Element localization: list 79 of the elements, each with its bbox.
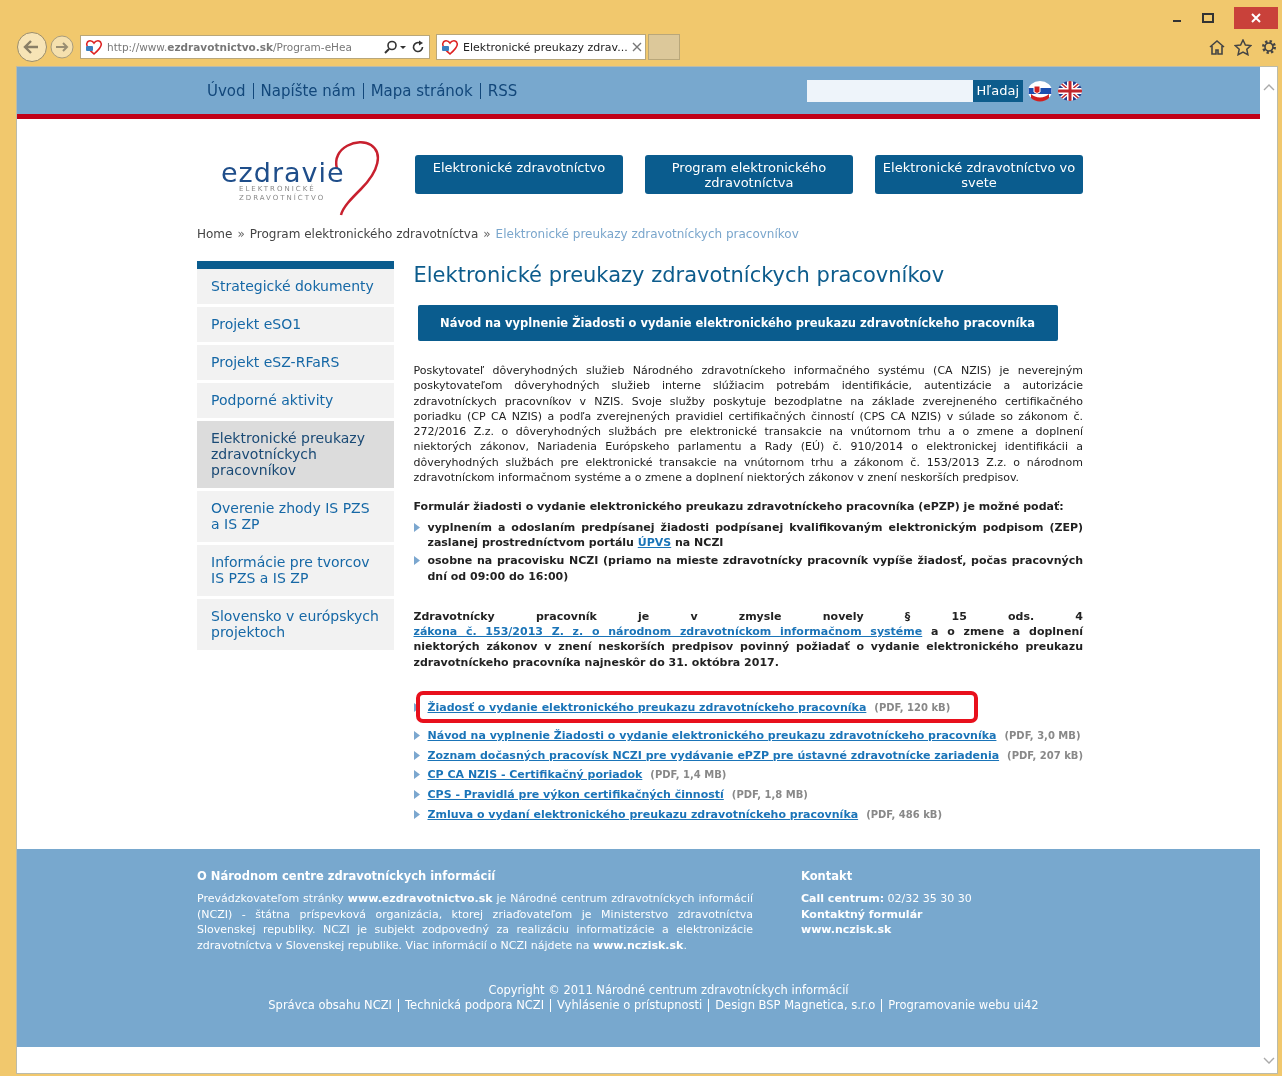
top-link[interactable]: RSS xyxy=(479,82,525,99)
footer-link[interactable]: Design BSP Magnetica, s.r.o xyxy=(708,999,882,1012)
bullet-icon xyxy=(413,522,420,532)
flag-icon[interactable] xyxy=(1027,79,1053,102)
form-lead-text: Formulár žiadosti o vydanie elektronického preukazu zdravotníckeho pracovníka (ePZP) je možné podať: xyxy=(413,499,1065,515)
document-link[interactable]: Žiadosť o vydanie elektronického preukazu zdravotníckeho pracovníka xyxy=(427,701,867,715)
breadcrumb-link[interactable]: Program elektronického zdravotníctva xyxy=(249,227,479,241)
text-link[interactable]: zákona č. 153/2013 Z. z. o národnom zdravotníckom xyxy=(413,625,780,639)
text-link[interactable]: informačnom systéme xyxy=(779,625,923,639)
document-link[interactable]: Návod na vyplnenie Žiadosti o vydanie elektronického preukazu zdravotníckeho pracovníka xyxy=(427,729,997,743)
document-link[interactable]: Zmluva o vydaní elektronického preukazu zdravotníckeho pracovníka xyxy=(427,807,859,821)
footer-link[interactable]: Správca obsahu NCZI xyxy=(262,999,398,1012)
file-size: (PDF, 1,8 MB) xyxy=(731,789,808,801)
document-link[interactable]: CPS - Pravidlá pre výkon certifikačných činností xyxy=(427,788,724,802)
site-icon xyxy=(85,39,103,55)
search-field[interactable] xyxy=(806,79,973,102)
intro-paragraph: Poskytovateľ dôveryhodných služieb Národného zdravotníckeho informačného systému (CA NZIS) je neverejným poskytovateľom dôveryhodných služieb interne slúžiacim potrebám identifikácie, autentizácie a autorizácie zdravotníckych pracovníkov v NZIS. Svoje služby poskytuje bezodplatne na základe zverejneného certifikačného poriadku (CP CA NZIS) a podľa zverejnených pravidiel certifikačných činností (CPS CA NZIS) v súlade so zákonom č. 272/2016 Z.z. o dôveryhodných službách pre elektronické transakcie na vnútornom trhu a o zmene a doplnení niektorých zákonov, Nariadenia Európskeho parlamentu a Rady (EÚ) č. 910/2014 o elektronickej identifikácii a dôveryhodných službách pre elektronické transakcie na vnútornom trhu a zákonom č. 153/2013 Z.z. o národnom zdravotníckom informačnom systéme a o zmene a doplnení niektorých zákonov v znení neskorších predpisov. xyxy=(413,363,1083,486)
close-button[interactable] xyxy=(1234,7,1278,29)
home-icon[interactable] xyxy=(1208,39,1226,55)
nav-button[interactable]: Elektronické zdravotníctvo xyxy=(415,155,623,194)
copyright-text: Copyright © 2011 Národné centrum zdravotníckych informácií xyxy=(487,983,850,997)
breadcrumb-separator: » xyxy=(483,227,491,241)
top-link[interactable]: Mapa stránok xyxy=(362,82,480,99)
footer-heading: Kontakt xyxy=(801,869,854,883)
contact-line[interactable]: Kontaktný formulár xyxy=(801,906,972,922)
address-bar[interactable]: http://www.ezdravotnictvo.sk/Program-eHea xyxy=(80,35,430,59)
bullet-icon xyxy=(413,750,420,760)
address-text: http://www.ezdravotnictvo.sk/Program-eHea xyxy=(107,41,353,53)
nav-button[interactable]: Elektronické zdravotníctvo vo svete xyxy=(875,155,1083,194)
file-size: (PDF, 1,4 MB) xyxy=(650,769,727,781)
contact-line[interactable]: www.nczisk.sk xyxy=(801,922,972,938)
settings-icon[interactable] xyxy=(1260,38,1278,56)
maximize-icon[interactable] xyxy=(1202,13,1214,23)
nav-button[interactable]: Program elektronického zdravotníctva xyxy=(645,155,853,194)
back-icon[interactable] xyxy=(16,31,48,63)
file-size: (PDF, 120 kB) xyxy=(874,702,951,714)
footer-heading: O Národnom centre zdravotníckych informácií xyxy=(197,869,497,883)
sidebar-item[interactable]: Strategické dokumenty xyxy=(197,269,394,307)
bullet-icon xyxy=(413,731,420,741)
page-heading: Elektronické preukazy zdravotníckych pracovníkov xyxy=(413,263,946,287)
bullet-icon xyxy=(413,790,420,800)
star-icon[interactable] xyxy=(1234,38,1252,56)
sidebar-item[interactable]: Informácie pre tvorcov IS PZS a IS ZP xyxy=(197,545,394,599)
top-link[interactable]: Napíšte nám xyxy=(252,82,363,99)
site-icon xyxy=(441,39,459,55)
top-link[interactable]: Úvod xyxy=(205,82,253,99)
sidebar-item[interactable]: Slovensko v európskych projektoch xyxy=(197,599,394,653)
file-size: (PDF, 486 kB) xyxy=(866,808,943,820)
footer-text: Prevádzkovateľom stránky www.ezdravotnictvo.sk je Národné centrum zdravotníckych informácií (NCZI) - štátna príspevková organizácia, ktorej zriaďovateľom je Ministerstvo zdravotníctva Slovenskej republiky. NCZI je subjekt zodpovedný za realizáciu informatizácie a elektronizácie zdravotníctva v Slovenskej republike. Viac informácií o NCZI nájdete na www.nczisk.sk. xyxy=(197,891,753,953)
search-button[interactable]: Hľadaj xyxy=(972,79,1023,102)
bullet-text: osobne na pracovisku NCZI (priamo na mieste zdravotnícky pracovník vypíše žiadosť, počas pracovných dní od 09:00 do 16:00) xyxy=(427,553,1083,584)
refresh-icon[interactable] xyxy=(411,40,425,54)
bullet-icon xyxy=(413,556,420,566)
browser-tab[interactable]: Elektronické preukazy zdrav... xyxy=(436,34,646,60)
file-size: (PDF, 207 kB) xyxy=(1007,749,1083,761)
sidebar-item[interactable]: Overenie zhody IS PZS a IS ZP xyxy=(197,491,394,545)
file-size: (PDF, 3,0 MB) xyxy=(1004,730,1081,742)
sidebar-item[interactable]: Projekt eSO1 xyxy=(197,307,394,345)
footer-link[interactable]: Technická podpora NCZI xyxy=(398,999,551,1012)
flag-icon[interactable] xyxy=(1057,79,1083,102)
sidebar-item[interactable]: Projekt eSZ-RFaRS xyxy=(197,345,394,383)
close-icon[interactable] xyxy=(631,42,642,52)
footer-link[interactable]: Vyhlásenie o prístupnosti xyxy=(550,999,709,1012)
guide-button[interactable]: Návod na vyplnenie Žiadosti o vydanie elektronického preukazu zdravotníckeho pracovníka xyxy=(417,305,1058,341)
breadcrumb-link[interactable]: Elektronické preukazy zdravotníckych pracovníkov xyxy=(495,227,799,241)
breadcrumb-link[interactable]: Home xyxy=(197,227,233,241)
close-icon xyxy=(1251,13,1261,23)
document-link[interactable]: Zoznam dočasných pracovísk NCZI pre vydávanie ePZP pre ústavné zdravotnícke zariadenia xyxy=(427,748,1000,762)
bullet-icon xyxy=(413,770,420,780)
sidebar-item[interactable]: Podporné aktivity xyxy=(197,383,394,421)
notice-paragraph: Zdravotnícky pracovník je v zmysle novely § 15 ods. 4 zákona č. 153/2013 Z. z. o národnom zdravotníckom informačnom systéme a o zmene a doplnení niektorých zákonov v znení neskorších predpisov povinný požiadať o vydanie elektronického preukazu zdravotníckeho pracovníka najneskôr do 31. októbra 2017. xyxy=(413,608,1083,671)
breadcrumb-separator: » xyxy=(237,227,245,241)
contact-line[interactable]: Call centrum: 02/32 35 30 30 xyxy=(801,891,972,907)
text-link[interactable]: ÚPVS xyxy=(637,535,672,549)
bullet-icon xyxy=(413,809,420,819)
sidebar-item[interactable]: Elektronické preukazy zdravotníckych pracovníkov xyxy=(197,421,394,491)
search-icon[interactable] xyxy=(383,40,407,54)
footer-link[interactable]: Programovanie webu ui42 xyxy=(881,999,1045,1012)
document-link[interactable]: CP CA NZIS - Certifikačný poriadok xyxy=(427,768,643,782)
